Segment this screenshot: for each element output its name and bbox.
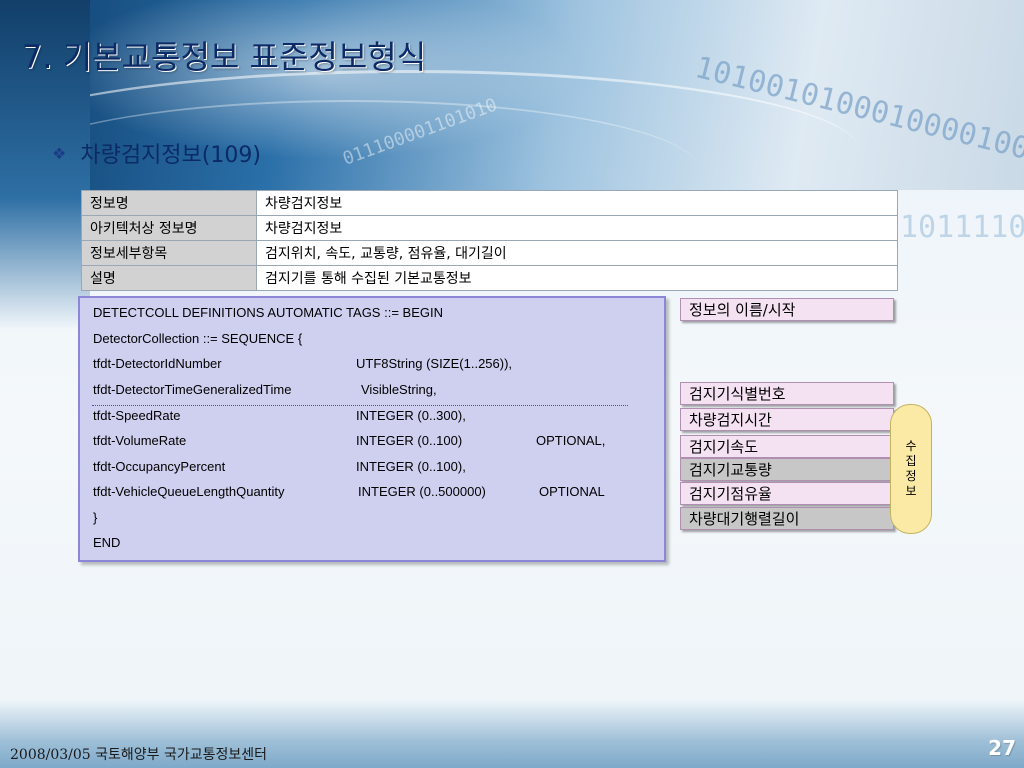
code-text: DetectorCollection ::= SEQUENCE { — [93, 331, 303, 346]
code-field-name: tfdt-OccupancyPercent — [93, 459, 226, 474]
table-cell-key: 아키텍처상 정보명 — [81, 215, 257, 241]
collect-info-char: 집 — [905, 454, 917, 468]
collect-info-char: 보 — [905, 484, 917, 498]
code-line: DETECTCOLL DEFINITIONS AUTOMATIC TAGS ::… — [93, 305, 443, 320]
code-line: tfdt-VehicleQueueLengthQuantity INTEGER … — [93, 484, 605, 499]
code-line: tfdt-DetectorTimeGeneralizedTime Visible… — [93, 382, 437, 397]
code-field-name: tfdt-VolumeRate — [93, 433, 187, 448]
table-cell-value: 검지기를 통해 수집된 기본교통정보 — [256, 265, 898, 291]
code-line: } — [93, 510, 97, 525]
collect-info-char: 정 — [905, 469, 917, 483]
asn1-definition-box: DETECTCOLL DEFINITIONS AUTOMATIC TAGS ::… — [78, 296, 666, 562]
table-row: 아키텍처상 정보명 차량검지정보 — [81, 215, 898, 241]
code-line: tfdt-VolumeRate INTEGER (0..100) OPTIONA… — [93, 433, 605, 448]
code-text: DETECTCOLL DEFINITIONS AUTOMATIC TAGS ::… — [93, 305, 443, 320]
code-field-optional: OPTIONAL — [539, 484, 605, 499]
diamond-bullet-icon: ❖ — [52, 143, 67, 163]
binary-decoration-right: 10111100 — [900, 210, 1024, 245]
code-line: END — [93, 535, 120, 550]
slide-title: 7. 기본교통정보 표준정보형식 — [22, 38, 427, 76]
code-field-type: INTEGER (0..100) — [356, 433, 463, 448]
table-row: 정보세부항목 검지위치, 속도, 교통량, 점유율, 대기길이 — [81, 240, 898, 266]
page-number: 27 — [988, 736, 1016, 760]
code-field-type: INTEGER (0..300), — [356, 408, 466, 423]
code-text: } — [93, 510, 98, 525]
table-row: 정보명 차량검지정보 — [81, 190, 898, 216]
label-detector-occupancy: 검지기점유율 — [680, 482, 894, 505]
code-field-optional: OPTIONAL, — [536, 433, 606, 448]
label-detector-id: 검지기식별번호 — [680, 382, 894, 405]
code-line: tfdt-OccupancyPercent INTEGER (0..100), — [93, 459, 466, 474]
table-row: 설명 검지기를 통해 수집된 기본교통정보 — [81, 265, 898, 291]
code-field-type: VisibleString, — [361, 382, 437, 397]
table-cell-value: 차량검지정보 — [256, 190, 898, 216]
label-detector-speed: 검지기속도 — [680, 435, 894, 458]
collect-info-oval: 수 집 정 보 — [890, 404, 932, 534]
footer-text: 2008/03/05 국토해양부 국가교통정보센터 — [10, 747, 268, 763]
code-text: END — [93, 535, 121, 550]
info-table: 정보명 차량검지정보 아키텍처상 정보명 차량검지정보 정보세부항목 검지위치,… — [81, 190, 898, 291]
code-line: DetectorCollection ::= SEQUENCE { — [93, 331, 302, 346]
collect-info-char: 수 — [905, 439, 917, 453]
code-line: tfdt-DetectorIdNumber UTF8String (SIZE(1… — [93, 356, 512, 371]
label-info-name-start: 정보의 이름/시작 — [680, 298, 894, 321]
table-cell-key: 정보세부항목 — [81, 240, 257, 266]
table-cell-key: 정보명 — [81, 190, 257, 216]
label-detect-time: 차량검지시간 — [680, 408, 894, 431]
code-line: tfdt-SpeedRate INTEGER (0..300), — [93, 408, 466, 423]
code-field-type: UTF8String (SIZE(1..256)), — [356, 356, 513, 371]
code-field-type: INTEGER (0..100), — [356, 459, 466, 474]
section-subtitle-text: 차량검지정보(109) — [80, 143, 261, 168]
table-cell-value: 차량검지정보 — [256, 215, 898, 241]
code-field-name: tfdt-SpeedRate — [93, 408, 181, 423]
table-cell-key: 설명 — [81, 265, 257, 291]
code-divider — [92, 405, 628, 406]
section-subtitle: ❖ 차량검지정보(109) — [52, 137, 261, 169]
code-field-type: INTEGER (0..500000) — [358, 484, 486, 499]
label-detector-volume: 검지기교통량 — [680, 458, 894, 481]
table-cell-value: 검지위치, 속도, 교통량, 점유율, 대기길이 — [256, 240, 898, 266]
code-field-name: tfdt-VehicleQueueLengthQuantity — [93, 484, 285, 499]
code-field-name: tfdt-DetectorIdNumber — [93, 356, 222, 371]
label-vehicle-queue-length: 차량대기행렬길이 — [680, 507, 894, 530]
code-field-name: tfdt-DetectorTimeGeneralizedTime — [93, 382, 292, 397]
